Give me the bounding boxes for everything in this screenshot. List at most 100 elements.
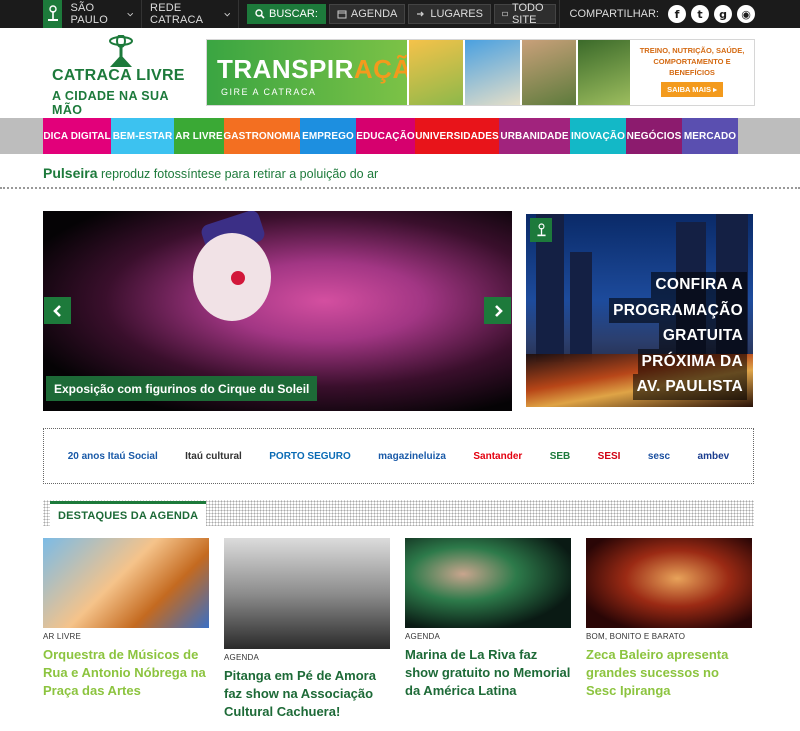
chevron-down-icon — [223, 12, 230, 16]
banner-info: TREINO, NUTRIÇÃO, SAÚDE, COMPORTAMENTO E… — [630, 40, 754, 105]
sponsor-logo[interactable]: SESI — [598, 451, 621, 462]
transpiracao-ad-banner[interactable]: TRANSPIRAÇÃO GIRE A CATRACA TREINO, NUTR… — [206, 39, 755, 106]
search-option-label: TODO SITE — [511, 2, 544, 26]
nav-item-inova-o[interactable]: INOVAÇÃO — [570, 118, 626, 154]
search-icon — [255, 9, 265, 19]
nav-item-universidades[interactable]: UNIVERSIDADES — [415, 118, 499, 154]
promo-line: CONFIRA A — [651, 272, 747, 298]
search-option-todo-site[interactable]: TODO SITE — [493, 2, 556, 26]
city-label: SÃO PAULO — [70, 2, 108, 26]
search-option-label: LUGARES — [430, 8, 483, 20]
nav-item-emprego[interactable]: EMPREGO — [300, 118, 356, 154]
twitter-icon[interactable]: t — [691, 5, 709, 23]
promo-line: PRÓXIMA DA — [637, 348, 747, 374]
window-icon — [502, 11, 508, 17]
chevron-right-icon — [494, 304, 503, 317]
agenda-card[interactable]: AR LIVRE Orquestra de Músicos de Rua e An… — [43, 538, 209, 700]
card-image[interactable] — [405, 538, 571, 628]
card-title[interactable]: Marina de La Riva faz show gratuito no M… — [405, 646, 571, 700]
banner-photos — [407, 40, 632, 105]
carousel-prev-button[interactable] — [44, 297, 71, 324]
headline-keyword: Pulseira — [43, 165, 98, 181]
search-button[interactable]: BUSCAR: — [247, 4, 326, 24]
card-category[interactable]: AGENDA — [224, 653, 390, 662]
category-nav: DICA DIGITAL BEM-ESTAR AR LIVRE GASTRONOMIA… — [0, 118, 800, 154]
avenida-paulista-promo[interactable]: CONFIRA A PROGRAMAÇÃO GRATUITA PRÓXIMA D… — [526, 214, 753, 407]
chevron-down-icon — [126, 12, 133, 16]
agenda-card[interactable]: AGENDA Marina de La Riva faz show gratuit… — [405, 538, 571, 700]
banner-info-text: TREINO, NUTRIÇÃO, SAÚDE, COMPORTAMENTO E… — [639, 46, 745, 77]
sponsor-logo[interactable]: SEB — [550, 451, 571, 462]
card-category[interactable]: AGENDA — [405, 632, 571, 641]
card-image[interactable] — [586, 538, 752, 628]
agenda-card[interactable]: BOM, BONITO E BARATO Zeca Baleiro apresen… — [586, 538, 752, 700]
clown-nose — [231, 271, 245, 285]
card-image[interactable] — [43, 538, 209, 628]
hand-point-icon — [417, 11, 425, 17]
promo-text: CONFIRA A PROGRAMAÇÃO GRATUITA PRÓXIMA D… — [609, 272, 747, 400]
card-category[interactable]: AR LIVRE — [43, 632, 209, 641]
promo-line: PROGRAMAÇÃO — [609, 297, 747, 323]
sponsor-logo[interactable]: 20 anos Itaú Social — [68, 451, 158, 462]
search-option-label: AGENDA — [350, 8, 398, 20]
banner-title: TRANSPIRAÇÃO — [217, 54, 433, 84]
search-option-lugares[interactable]: LUGARES — [408, 4, 491, 24]
nav-item-dica-digital[interactable]: DICA DIGITAL — [43, 118, 111, 154]
banner-left-panel: TRANSPIRAÇÃO GIRE A CATRACA — [207, 40, 432, 105]
card-image[interactable] — [224, 538, 390, 649]
search-bar: BUSCAR: AGENDA LUGARES TODO SITE — [247, 2, 559, 26]
logo-tagline: A CIDADE NA SUA MÃO — [52, 89, 169, 117]
sponsor-logo[interactable]: Itaú cultural — [185, 451, 242, 462]
network-selector[interactable]: REDE CATRACA — [142, 0, 239, 28]
saiba-mais-button[interactable]: SAIBA MAIS ▸ — [661, 82, 723, 97]
search-option-agenda[interactable]: AGENDA — [328, 4, 406, 24]
site-logo[interactable]: CATRACA LIVRE A CIDADE NA SUA MÃO — [52, 35, 187, 117]
banner-subtitle: GIRE A CATRACA — [221, 87, 317, 97]
dotted-divider — [0, 187, 800, 191]
catraca-small-logo-icon[interactable] — [43, 0, 63, 28]
breaking-headline[interactable]: Pulseira reproduz fotossíntese para reti… — [43, 165, 378, 181]
share-area: COMPARTILHAR: f t g ◉ — [558, 0, 755, 28]
carousel-caption[interactable]: Exposição com figurinos do Cirque du Sol… — [46, 376, 318, 401]
chevron-left-icon — [52, 304, 61, 317]
googleplus-icon[interactable]: g — [714, 5, 732, 23]
nav-item-mercado[interactable]: MERCADO — [682, 118, 738, 154]
facebook-icon[interactable]: f — [668, 5, 686, 23]
card-title[interactable]: Pitanga em Pé de Amora faz show na Assoc… — [224, 667, 390, 721]
city-selector[interactable]: SÃO PAULO — [62, 0, 143, 28]
rss-icon[interactable]: ◉ — [737, 5, 755, 23]
banner-photo — [463, 40, 520, 105]
nav-item-ar-livre[interactable]: AR LIVRE — [174, 118, 224, 154]
calendar-icon — [337, 10, 347, 19]
agenda-card[interactable]: AGENDA Pitanga em Pé de Amora faz show na… — [224, 538, 390, 721]
nav-item-bem-estar[interactable]: BEM-ESTAR — [111, 118, 174, 154]
card-title[interactable]: Zeca Baleiro apresenta grandes sucessos … — [586, 646, 752, 700]
sponsor-logo[interactable]: sesc — [648, 451, 670, 462]
building — [570, 252, 592, 362]
headline-text: reproduz fotossíntese para retirar a pol… — [100, 167, 379, 181]
banner-photo — [575, 40, 632, 105]
share-label: COMPARTILHAR: — [569, 8, 659, 20]
sponsor-logo[interactable]: PORTO SEGURO — [269, 451, 351, 462]
banner-photo — [519, 40, 576, 105]
promo-line: GRATUITA — [658, 323, 747, 349]
catraca-small-logo-icon — [530, 218, 552, 242]
network-label: REDE CATRACA — [150, 2, 204, 26]
sponsors-bar: 20 anos Itaú Social Itaú cultural PORTO SE… — [43, 428, 754, 484]
section-title: DESTAQUES DA AGENDA — [50, 501, 207, 527]
nav-item-neg-cios[interactable]: NEGÓCIOS — [626, 118, 682, 154]
carousel-next-button[interactable] — [484, 297, 511, 324]
sponsor-logo[interactable]: magazineluiza — [378, 451, 446, 462]
card-title[interactable]: Orquestra de Músicos de Rua e Antonio Nó… — [43, 646, 209, 700]
sponsor-logo[interactable]: Santander — [473, 451, 522, 462]
top-bar: SÃO PAULO REDE CATRACA BUSCAR: AGENDA LU… — [0, 0, 800, 28]
featured-carousel[interactable]: Exposição com figurinos do Cirque du Sol… — [43, 211, 512, 411]
banner-photo — [407, 40, 464, 105]
nav-item-gastronomia[interactable]: GASTRONOMIA — [223, 118, 301, 154]
promo-line: AV. PAULISTA — [632, 374, 747, 400]
nav-item-urbanidade[interactable]: URBANIDADE — [499, 118, 570, 154]
sponsor-logo[interactable]: ambev — [698, 451, 730, 462]
card-category[interactable]: BOM, BONITO E BARATO — [586, 632, 752, 641]
category-nav-list: DICA DIGITAL BEM-ESTAR AR LIVRE GASTRONOMIA… — [43, 118, 738, 154]
nav-item-educa-o[interactable]: EDUCAÇÃO — [356, 118, 415, 154]
